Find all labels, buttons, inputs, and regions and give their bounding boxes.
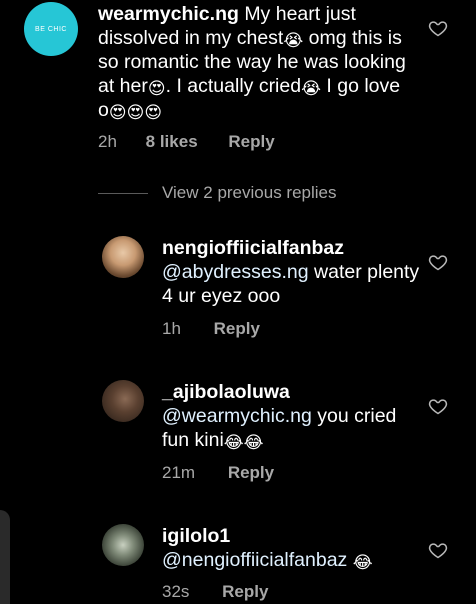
scroll-edge-handle[interactable] [0, 510, 10, 604]
heart-eyes-icon: 😍 [144, 103, 163, 122]
comment-username[interactable]: nengioffiicialfanbaz [162, 237, 344, 259]
view-previous-label[interactable]: View 2 previous replies [162, 183, 337, 203]
comment-meta: 32s Reply [162, 582, 268, 602]
heart-icon[interactable] [428, 18, 448, 38]
comment-username[interactable]: wearmychic.ng [98, 3, 239, 25]
heart-icon[interactable] [428, 396, 448, 416]
heart-icon[interactable] [428, 540, 448, 560]
avatar[interactable] [102, 236, 144, 278]
reply-button[interactable]: Reply [222, 582, 268, 601]
reply-comment: _ajibolaoluwa @wearmychic.ng you cried f… [0, 374, 476, 494]
heart-eyes-icon: 😍 [108, 103, 127, 122]
avatar[interactable]: BE CHIC [24, 2, 78, 56]
crying-face-icon: 😭 [301, 79, 321, 98]
reply-comment: nengioffiicialfanbaz @abydresses.ng wate… [0, 230, 476, 350]
avatar[interactable] [102, 380, 144, 422]
avatar-logo-text: BE CHIC [35, 25, 67, 33]
view-previous-replies[interactable]: View 2 previous replies [98, 182, 337, 204]
comment-meta: 2h 8 likes Reply [98, 132, 275, 152]
heart-eyes-icon: 😍 [147, 79, 166, 98]
laughing-face-icon: 😂 [243, 433, 264, 452]
divider-line [98, 192, 148, 194]
comment-time: 2h [98, 132, 117, 151]
comment-body: wearmychic.ng My heart just dissolved in… [98, 2, 408, 122]
crying-face-icon: 😭 [283, 31, 304, 50]
reply-button[interactable]: Reply [214, 319, 260, 338]
mention-link[interactable]: @nengioffiicialfanbaz [162, 549, 347, 571]
comment-body: igilolo1 @nengioffiicialfanbaz 😂 [162, 524, 422, 572]
mention-link[interactable]: @wearmychic.ng [162, 405, 312, 427]
reply-comment: igilolo1 @nengioffiicialfanbaz 😂 32s Rep… [0, 518, 476, 604]
comment-text: . I actually cried [165, 75, 302, 97]
laughing-face-icon: 😂 [223, 433, 244, 452]
comment-username[interactable]: _ajibolaoluwa [162, 381, 290, 403]
mention-link[interactable]: @abydresses.ng [162, 261, 309, 283]
comment-meta: 1h Reply [162, 319, 260, 339]
comment-body: _ajibolaoluwa @wearmychic.ng you cried f… [162, 380, 422, 452]
comment-username[interactable]: igilolo1 [162, 525, 230, 547]
avatar[interactable] [102, 524, 144, 566]
comment-meta: 21m Reply [162, 463, 274, 483]
laughing-face-icon: 😂 [352, 553, 373, 572]
reply-button[interactable]: Reply [228, 463, 274, 482]
main-comment: BE CHIC wearmychic.ng My heart just diss… [0, 0, 476, 160]
comment-time: 1h [162, 319, 181, 338]
heart-icon[interactable] [428, 252, 448, 272]
comment-body: nengioffiicialfanbaz @abydresses.ng wate… [162, 236, 422, 308]
comment-time: 32s [162, 582, 190, 601]
reply-button[interactable]: Reply [228, 132, 274, 151]
likes-count[interactable]: 8 likes [146, 132, 198, 151]
heart-eyes-icon: 😍 [126, 103, 145, 122]
comment-time: 21m [162, 463, 196, 482]
